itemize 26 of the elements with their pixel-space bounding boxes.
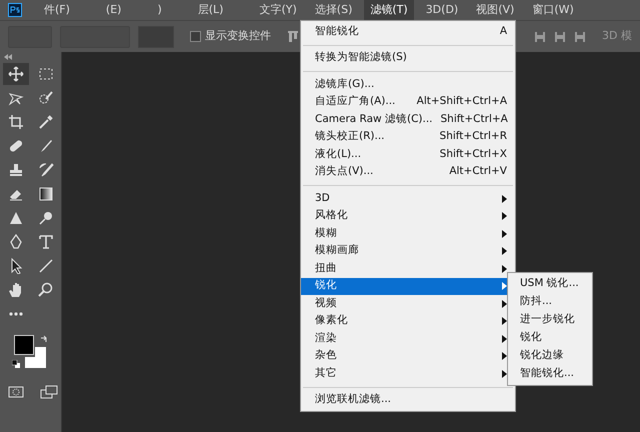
- menu-item[interactable]: 滤镜库(G)...: [301, 76, 515, 94]
- menu-item[interactable]: 窗口(W): [526, 0, 580, 20]
- menu-item[interactable]: 智能锐化 A: [301, 23, 515, 40]
- menu-item[interactable]: (E): [100, 0, 128, 20]
- menu-item[interactable]: 液化(L)... Shift+Ctrl+X: [301, 146, 515, 164]
- menu-item[interactable]: 文字(Y): [253, 0, 303, 20]
- menu-item[interactable]: 视图(V): [470, 0, 520, 20]
- menu-item[interactable]: 3D: [301, 190, 515, 208]
- menu-item[interactable]: 自适应广角(A)... Alt+Shift+Ctrl+A: [301, 94, 515, 111]
- 3d-mode-label: 3D 模: [602, 28, 632, 44]
- menu-item[interactable]: 滤镜(T): [364, 0, 414, 20]
- menu-item[interactable]: 浏览联机滤镜...: [301, 392, 515, 409]
- menu-item[interactable]: 扭曲: [301, 260, 515, 278]
- menu-item[interactable]: Camera Raw 滤镜(C)... Shift+Ctrl+A: [301, 111, 515, 128]
- menu-item[interactable]: 模糊画廊: [301, 242, 515, 260]
- menu-item[interactable]: 风格化: [301, 208, 515, 225]
- menu-item[interactable]: 消失点(V)... Alt+Ctrl+V: [301, 164, 515, 181]
- menu-item[interactable]: 选择(S): [308, 0, 358, 20]
- menu-item[interactable]: 转换为智能滤镜(S): [301, 50, 515, 67]
- menu-item[interactable]: 镜头校正(R)... Shift+Ctrl+R: [301, 128, 515, 146]
- transform-controls-checkbox[interactable]: 显示变换控件: [190, 28, 271, 45]
- menu-item[interactable]: 模糊: [301, 225, 515, 242]
- menu-item[interactable]: ): [151, 0, 168, 20]
- menu-item[interactable]: 3D(D): [420, 0, 464, 20]
- menu-item[interactable]: 层(L): [192, 0, 230, 20]
- menu-item[interactable]: 件(F): [38, 0, 76, 20]
